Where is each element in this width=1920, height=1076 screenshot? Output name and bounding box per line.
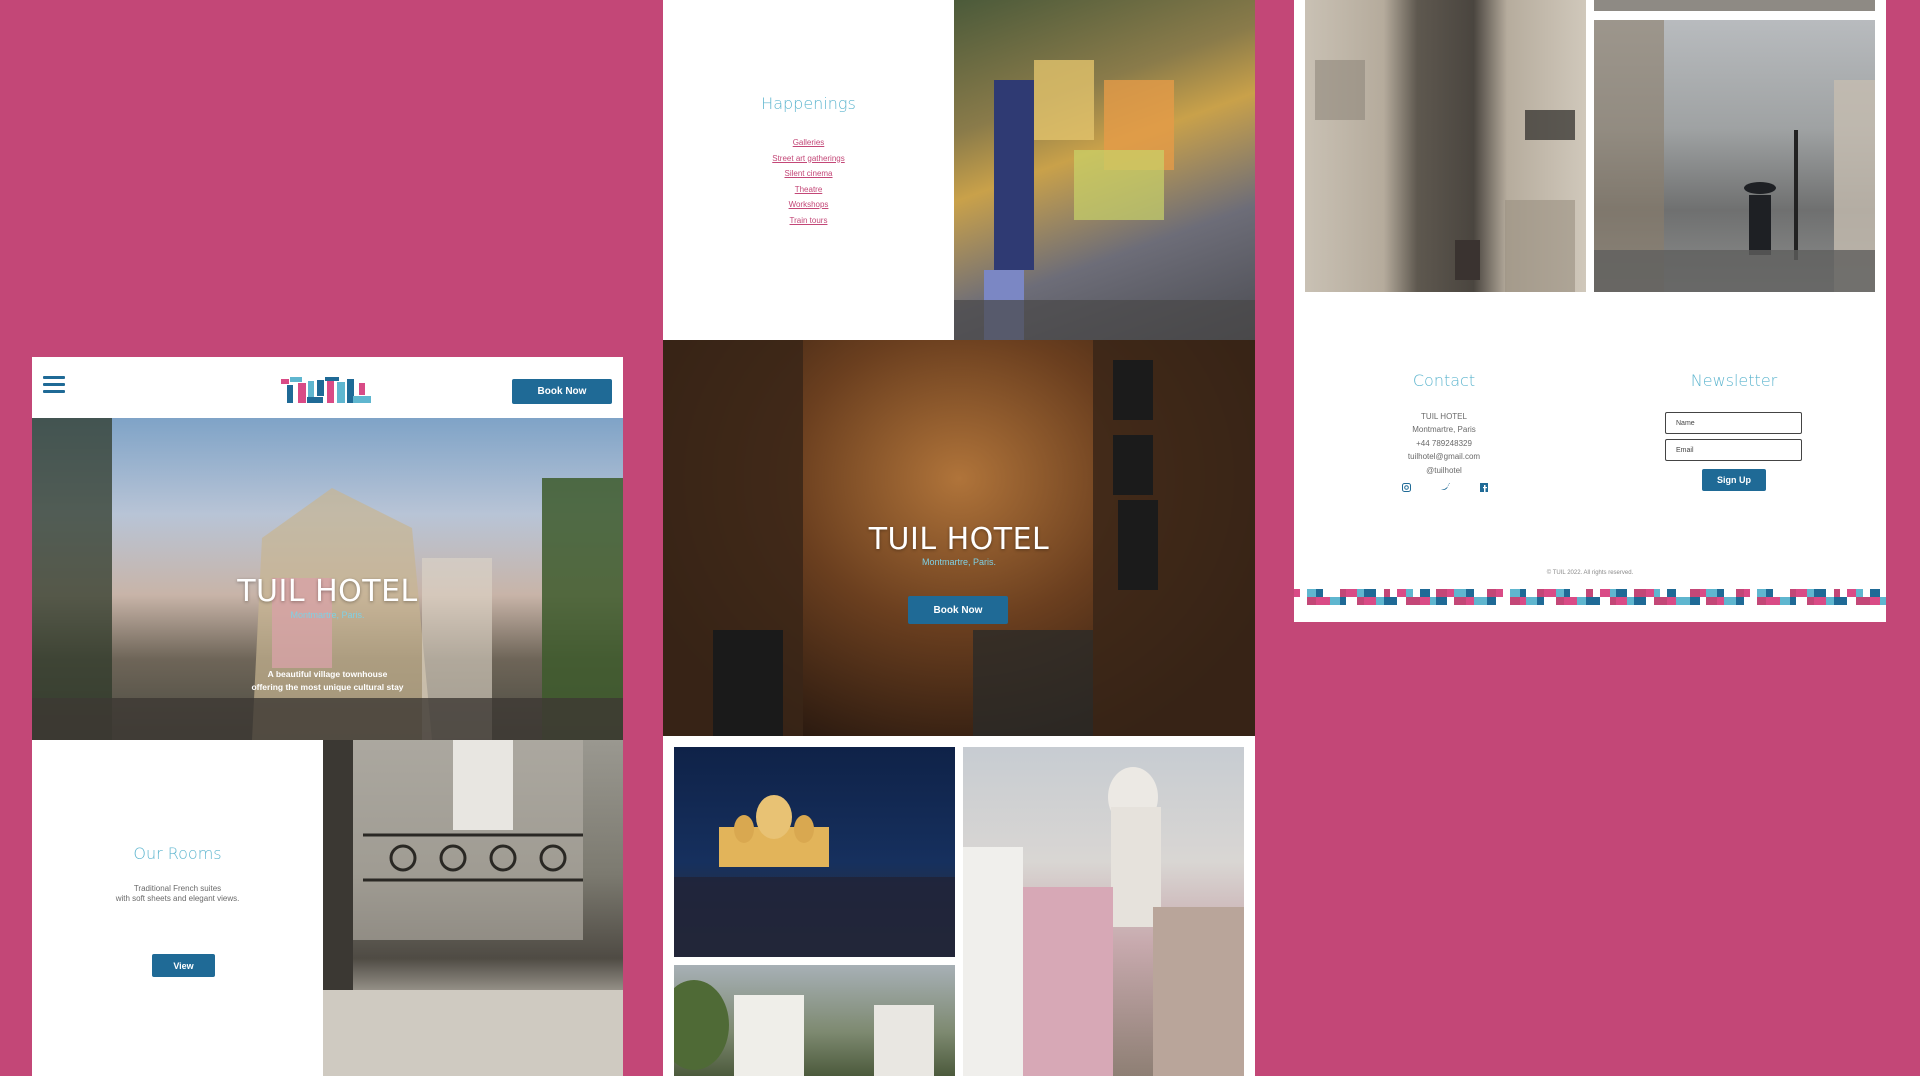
newsletter-title: Newsletter [1690, 371, 1778, 390]
art-market-image [954, 0, 1255, 340]
rainy-street-image [1594, 20, 1875, 292]
link-train-tours[interactable]: Train tours [663, 213, 954, 229]
site-header: Book Now [32, 357, 623, 418]
link-street-art[interactable]: Street art gatherings [663, 151, 954, 167]
rooms-desc-line2: with soft sheets and elegant views. [115, 894, 240, 903]
view-rooms-button[interactable]: View [152, 954, 215, 977]
cafe-hero-title: TUIL HOTEL [868, 522, 1050, 557]
sign-up-button[interactable]: Sign Up [1702, 469, 1766, 491]
hero-tagline-line2: offering the most unique cultural stay [251, 682, 404, 692]
sacre-coeur-night-image [674, 747, 955, 957]
hero-subtitle: Montmartre, Paris. [290, 610, 365, 620]
rooms-desc-line1: Traditional French suites [133, 884, 222, 893]
contact-email[interactable]: tuilhotel@gmail.com [1349, 450, 1539, 463]
hero-title: TUIL HOTEL [237, 574, 418, 609]
stairs-shapes [1315, 60, 1575, 292]
link-workshops[interactable]: Workshops [663, 197, 954, 213]
room-image-shapes [323, 740, 623, 1076]
our-rooms-section: Our Rooms Traditional French suites with… [32, 740, 323, 1076]
room-window-image [323, 740, 623, 1076]
decorative-tile-border [1294, 589, 1886, 605]
top-strip-image [1594, 0, 1875, 11]
book-now-button-hero[interactable]: Book Now [908, 596, 1008, 624]
twitter-icon[interactable] [1440, 482, 1450, 492]
happenings-section: Happenings Galleries Street art gatherin… [663, 0, 954, 340]
hamburger-icon[interactable] [43, 376, 65, 394]
newsletter-email-input[interactable]: Email [1665, 439, 1802, 461]
facebook-icon[interactable] [1479, 482, 1489, 492]
instagram-icon[interactable] [1401, 482, 1411, 492]
mobile-homepage-panel: Book Now TUIL HOTEL Montmartre, Paris. A… [32, 357, 623, 1076]
book-now-button[interactable]: Book Now [512, 379, 612, 404]
newsletter-name-input[interactable]: Name [1665, 412, 1802, 434]
link-galleries[interactable]: Galleries [663, 135, 954, 151]
link-theatre[interactable]: Theatre [663, 182, 954, 198]
link-silent-cinema[interactable]: Silent cinema [663, 166, 954, 182]
rooftops-image [674, 965, 955, 1076]
happenings-links: Galleries Street art gatherings Silent c… [663, 135, 954, 228]
rooftops-shapes [674, 980, 934, 1076]
cafe-hero-subtitle: Montmartre, Paris. [921, 557, 997, 567]
contact-title: Contact [1412, 371, 1476, 390]
rainy-street-shapes [1594, 20, 1875, 292]
our-rooms-title: Our Rooms [133, 844, 222, 863]
sacre-coeur-shapes [674, 795, 955, 957]
art-market-shapes [954, 60, 1255, 340]
hero-tagline-line1: A beautiful village townhouse [267, 669, 388, 679]
contact-handle[interactable]: @tuilhotel [1349, 464, 1539, 477]
desktop-footer-panel: Contact TUIL HOTEL Montmartre, Paris +44… [1294, 0, 1886, 622]
contact-hotel-name: TUIL HOTEL [1421, 412, 1467, 421]
copyright-text: © TUIL 2022. All rights reserved. [1546, 570, 1634, 576]
hero-image-montmartre-street: TUIL HOTEL Montmartre, Paris. A beautifu… [32, 418, 623, 740]
montmartre-street-image [963, 747, 1244, 1076]
tuil-logo[interactable] [281, 377, 371, 405]
contact-phone[interactable]: +44 789248329 [1349, 437, 1539, 450]
contact-location: Montmartre, Paris [1412, 425, 1476, 434]
desktop-page-panel-middle: Happenings Galleries Street art gatherin… [663, 0, 1255, 1076]
street-image-shapes [963, 767, 1244, 1076]
cafe-hero-image: TUIL HOTEL Montmartre, Paris. Book Now [663, 340, 1255, 736]
happenings-title: Happenings [761, 94, 856, 113]
montmartre-stairs-image [1305, 0, 1586, 292]
